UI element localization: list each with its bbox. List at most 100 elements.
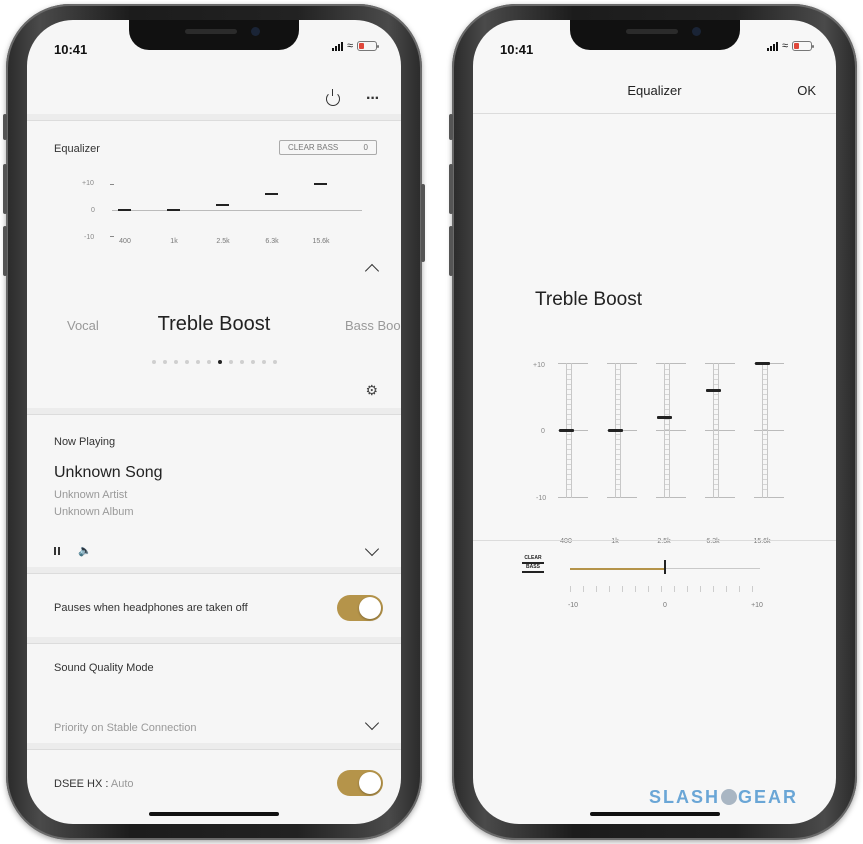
status-icons: ≈: [331, 40, 379, 52]
preset-next[interactable]: Bass Boo: [345, 318, 401, 333]
clear-bass-mid-label: 0: [663, 602, 667, 609]
right-phone-frame: 10:41 ≈ Equalizer OK Treble Boost +10 0 …: [449, 4, 857, 840]
mute-switch: [449, 114, 453, 140]
eq-band-handle[interactable]: [657, 415, 672, 419]
tick: [110, 184, 114, 185]
eq-band-handle[interactable]: [608, 429, 623, 432]
dsee-toggle[interactable]: [337, 770, 383, 796]
clear-bass-handle[interactable]: [664, 560, 666, 574]
dsee-label-text: DSEE HX :: [54, 778, 109, 790]
volume-icon[interactable]: 🔈: [78, 544, 92, 557]
preset-page-dots: [27, 360, 401, 364]
notch: [129, 20, 299, 50]
divider: [27, 414, 401, 415]
mini-eq-mark: [118, 209, 131, 211]
volume-down-button: [449, 226, 453, 276]
slashgear-watermark: SLASH GEAR: [649, 787, 798, 808]
clear-bass-label: CLEAR BASS: [288, 143, 339, 152]
clear-bass-fill: [570, 568, 665, 570]
mini-eq-chart[interactable]: +10 0 -10 400 1k 2.5k 6.3k 15.6k: [82, 175, 362, 255]
mini-eq-mark: [167, 209, 180, 211]
left-screen: 10:41 ≈ ··· Equalizer CLEAR BASS 0 +10 0…: [27, 20, 401, 824]
album-name: Unknown Album: [54, 506, 134, 518]
divider: [473, 540, 836, 541]
now-playing-title: Now Playing: [54, 436, 116, 448]
y-label-zero: 0: [541, 428, 545, 435]
volume-up-button: [449, 164, 453, 214]
y-label-min: -10: [536, 495, 547, 502]
right-screen: 10:41 ≈ Equalizer OK Treble Boost +10 0 …: [473, 20, 836, 824]
wifi-icon: ≈: [781, 40, 788, 52]
page-dot[interactable]: [228, 360, 233, 364]
ok-button[interactable]: OK: [797, 83, 816, 98]
gear-icon[interactable]: ⚙: [365, 382, 378, 399]
page-dot[interactable]: [162, 360, 167, 364]
y-label-min: -10: [84, 234, 95, 241]
chevron-up-icon[interactable]: [364, 263, 380, 279]
equalizer-page-title: Equalizer: [627, 83, 682, 98]
equalizer-title: Equalizer: [54, 143, 100, 155]
chevron-down-icon[interactable]: [364, 715, 380, 731]
clear-bass-logo-top: CLEAR: [524, 555, 542, 561]
signal-icon: [331, 41, 343, 51]
song-title: Unknown Song: [54, 464, 163, 481]
page-dot[interactable]: [261, 360, 266, 364]
y-label-zero: 0: [91, 207, 95, 214]
mini-eq-mark: [265, 193, 278, 196]
clear-bass-value: 0: [363, 143, 368, 152]
status-icons: ≈: [766, 40, 814, 52]
mute-switch: [3, 114, 7, 140]
signal-icon: [766, 41, 778, 51]
chevron-down-icon[interactable]: [364, 541, 380, 557]
gear-logo-icon: [721, 789, 738, 805]
page-dot[interactable]: [151, 360, 156, 364]
page-dot[interactable]: [195, 360, 200, 364]
status-time: 10:41: [54, 42, 88, 57]
preset-name: Treble Boost: [535, 289, 643, 310]
page-dot[interactable]: [206, 360, 211, 364]
top-actions: ···: [326, 89, 380, 107]
status-time: 10:41: [500, 42, 534, 57]
eq-band-handle[interactable]: [755, 361, 770, 365]
eq-band-slider[interactable]: [754, 361, 784, 498]
eq-band-slider[interactable]: [607, 363, 637, 498]
equalizer-sliders: +10 0 -10 400 1k 2.5k 6.3k 15.6k: [533, 360, 793, 550]
clear-bass-badge[interactable]: CLEAR BASS 0: [279, 140, 377, 155]
pause-icon[interactable]: [54, 547, 60, 555]
home-indicator: [589, 812, 720, 816]
power-icon[interactable]: [326, 89, 341, 106]
tick: [110, 236, 114, 237]
divider: [27, 573, 401, 574]
sound-quality-value[interactable]: Priority on Stable Connection: [54, 722, 196, 734]
watermark-right: GEAR: [738, 787, 799, 807]
mini-eq-band-label: 2.5k: [216, 238, 230, 245]
mini-eq-band-label: 6.3k: [265, 238, 279, 245]
page-dot[interactable]: [272, 360, 277, 364]
battery-icon: [792, 41, 814, 51]
more-icon[interactable]: ···: [366, 91, 380, 107]
divider: [27, 120, 401, 121]
notch: [569, 20, 740, 50]
eq-band-slider[interactable]: [656, 363, 686, 498]
page-dot[interactable]: [250, 360, 255, 364]
clear-bass-min-label: -10: [567, 602, 579, 609]
dsee-value: Auto: [110, 778, 134, 790]
eq-band-slider[interactable]: [558, 363, 588, 498]
mini-eq-band-label: 400: [119, 238, 131, 245]
pause-toggle[interactable]: [337, 595, 383, 621]
eq-band-handle[interactable]: [706, 388, 721, 392]
page-dot[interactable]: [217, 360, 222, 364]
watermark-left: SLASH: [649, 787, 721, 807]
clear-bass-logo: CLEAR BASS: [522, 556, 544, 574]
eq-band-slider[interactable]: [705, 363, 735, 498]
mini-eq-band-label: 15.6k: [312, 238, 330, 245]
page-dot[interactable]: [173, 360, 178, 364]
mini-eq-mark: [314, 183, 327, 185]
clear-bass-logo-bottom: BASS: [526, 564, 540, 570]
eq-band-handle[interactable]: [559, 429, 574, 432]
wifi-icon: ≈: [346, 40, 353, 52]
y-label-max: +10: [533, 362, 545, 369]
left-phone-frame: 10:41 ≈ ··· Equalizer CLEAR BASS 0 +10 0…: [3, 4, 425, 840]
page-dot[interactable]: [184, 360, 189, 364]
page-dot[interactable]: [239, 360, 244, 364]
